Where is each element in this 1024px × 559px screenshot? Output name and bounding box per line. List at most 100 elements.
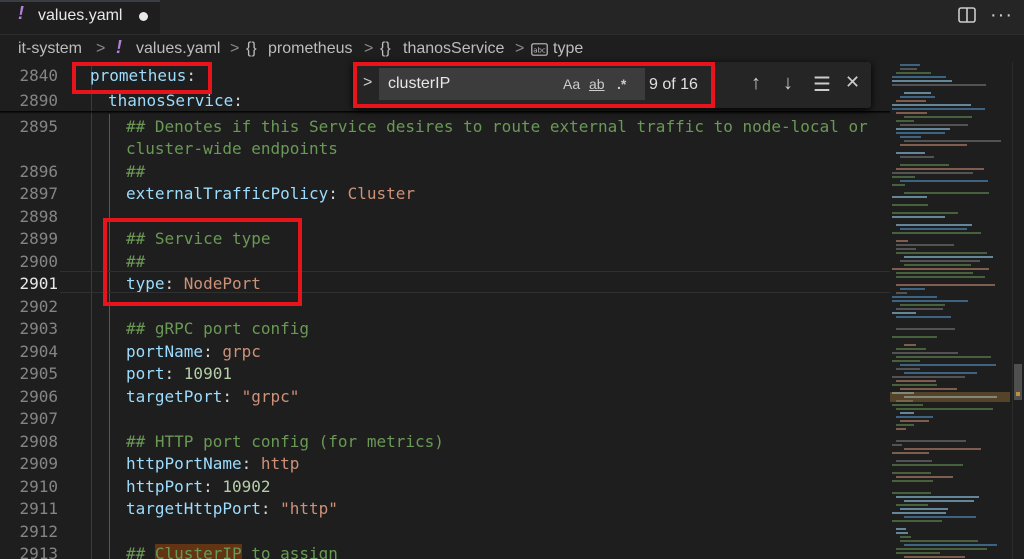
code-line[interactable]: targetHttpPort: "http" — [126, 499, 338, 518]
minimap-line — [900, 364, 996, 366]
yaml-colon: : — [203, 477, 223, 496]
minimap-line — [900, 96, 935, 98]
minimap-line — [900, 228, 967, 230]
chevron-right-icon: > — [96, 40, 106, 57]
yaml-value: grpc — [222, 342, 261, 361]
minimap-line — [896, 528, 906, 530]
minimap-line — [892, 312, 916, 314]
code-editor[interactable]: 2840 prometheus: 2890 thanosService: 289… — [0, 62, 890, 559]
minimap-line — [904, 500, 974, 502]
minimap-line — [892, 76, 946, 78]
minimap-line — [892, 300, 968, 302]
yaml-value: "grpc" — [241, 387, 300, 406]
minimap-line — [900, 388, 957, 390]
minimap-line — [896, 532, 908, 534]
line-number: 2902 — [19, 297, 58, 316]
code-line[interactable]: targetPort: "grpc" — [126, 387, 299, 406]
minimap-line — [896, 368, 920, 370]
comment-text: ## — [126, 544, 155, 559]
close-icon[interactable]: ✕ — [845, 72, 860, 93]
breadcrumb-type[interactable]: type — [553, 40, 583, 58]
minimap-line — [900, 156, 934, 158]
comment-line[interactable]: ## gRPC port config — [126, 319, 309, 338]
text-field-icon: abc — [531, 43, 548, 56]
minimap-line — [892, 480, 933, 482]
yaml-key: externalTrafficPolicy — [126, 184, 329, 203]
minimap-line — [896, 548, 987, 550]
breadcrumb: it-system > ! values.yaml > {} prometheu… — [0, 34, 1024, 62]
breadcrumb-file[interactable]: values.yaml — [136, 40, 220, 58]
chevron-right-icon: > — [364, 40, 374, 57]
minimap-line — [896, 128, 950, 130]
minimap-line — [892, 472, 931, 474]
tab-values-yaml[interactable]: ! values.yaml — [0, 0, 160, 34]
vertical-scrollbar[interactable] — [1012, 62, 1024, 559]
minimap-line — [892, 444, 902, 446]
minimap-line — [896, 416, 933, 418]
minimap-line — [896, 240, 908, 242]
minimap-line — [892, 196, 927, 198]
minimap-line — [896, 112, 927, 114]
next-match-icon[interactable]: ↓ — [783, 72, 793, 95]
yaml-value: Cluster — [347, 184, 415, 203]
minimap-line — [896, 292, 907, 294]
minimap-line — [892, 84, 986, 86]
line-number: 2908 — [19, 432, 58, 451]
minimap-line — [896, 476, 953, 478]
minimap-line — [904, 516, 976, 518]
minimap-line — [896, 316, 951, 318]
yaml-key: portName — [126, 342, 204, 361]
more-actions-icon[interactable]: ··· — [990, 4, 1013, 27]
line-number: 2890 — [19, 91, 58, 110]
minimap-line — [896, 552, 940, 554]
minimap-line — [900, 540, 978, 542]
yaml-key: httpPortName — [126, 454, 242, 473]
minimap-line — [896, 504, 928, 506]
scrollbar-match-marker — [1016, 392, 1020, 396]
breadcrumb-thanosservice[interactable]: thanosService — [403, 40, 504, 58]
code-line[interactable]: externalTrafficPolicy: Cluster — [126, 184, 415, 203]
code-line[interactable]: port: 10901 — [126, 364, 232, 383]
minimap-line — [896, 244, 954, 246]
line-number-current: 2901 — [19, 274, 58, 293]
comment-line[interactable]: cluster-wide endpoints — [126, 139, 338, 158]
minimap-line — [896, 152, 925, 154]
comment-line[interactable]: ## Denotes if this Service desires to ro… — [126, 117, 868, 136]
breadcrumb-folder[interactable]: it-system — [18, 40, 82, 58]
minimap-line — [900, 288, 925, 290]
chevron-right-icon: > — [515, 40, 525, 57]
find-in-selection-icon[interactable]: ☰ — [813, 72, 831, 97]
breadcrumb-prometheus[interactable]: prometheus — [268, 40, 353, 58]
search-match-highlight: ClusterIP — [154, 544, 242, 559]
yaml-value: http — [260, 454, 300, 473]
yaml-key: httpPort — [126, 477, 204, 496]
yaml-colon: : — [241, 454, 261, 473]
line-number: 2906 — [19, 387, 58, 406]
code-line[interactable]: httpPort: 10902 — [126, 477, 271, 496]
yaml-colon: : — [203, 342, 223, 361]
yaml-colon: : — [164, 364, 184, 383]
minimap-line — [892, 520, 942, 522]
minimap-line — [892, 452, 929, 454]
comment-line[interactable]: ## HTTP port config (for metrics) — [126, 432, 444, 451]
minimap-line — [904, 448, 981, 450]
minimap[interactable] — [890, 62, 1010, 559]
line-number: 2896 — [19, 162, 58, 181]
minimap-line — [900, 144, 967, 146]
comment-line[interactable]: ## — [126, 162, 145, 181]
code-line[interactable]: portName: grpc — [126, 342, 261, 361]
comment-line[interactable]: ## ClusterIP to assign — [126, 544, 338, 559]
minimap-line — [900, 68, 917, 70]
yaml-key: port — [126, 364, 165, 383]
split-editor-icon[interactable] — [958, 7, 976, 23]
previous-match-icon[interactable]: ↑ — [751, 72, 761, 95]
minimap-line — [896, 428, 906, 430]
minimap-line — [896, 424, 914, 426]
yaml-file-icon: ! — [116, 37, 122, 57]
code-line[interactable]: httpPortName: http — [126, 454, 299, 473]
minimap-line — [896, 248, 916, 250]
unsaved-dot-icon[interactable] — [139, 12, 148, 21]
line-number: 2903 — [19, 319, 58, 338]
minimap-line — [904, 344, 916, 346]
yaml-value: 10901 — [183, 364, 232, 383]
